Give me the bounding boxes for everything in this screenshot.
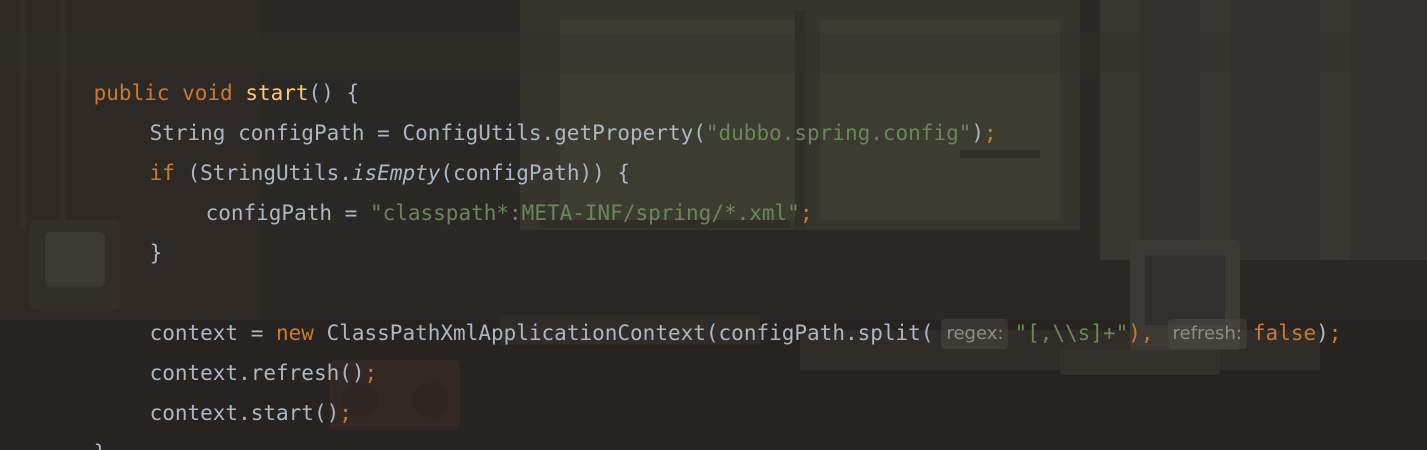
code-line-1[interactable]: public void start() {	[0, 33, 1427, 105]
parameter-hint-refresh: refresh:	[1167, 319, 1247, 349]
args-separator: ),	[1128, 321, 1154, 345]
string-literal-regex: "[,\\s]+"	[1014, 321, 1129, 345]
paren-close: )	[971, 121, 985, 145]
semicolon: ;	[984, 121, 997, 145]
code-line-2[interactable]: String configPath = ConfigUtils.getPrope…	[0, 73, 997, 145]
semicolon: ;	[1328, 321, 1342, 345]
paren-close: )	[1316, 321, 1329, 345]
code-line-10[interactable]: }	[0, 393, 107, 450]
parameter-hint-regex: regex:	[941, 319, 1009, 349]
code-line-9[interactable]: context.start();	[0, 353, 352, 425]
method-closing-brace: }	[94, 441, 107, 450]
keyword-false: false	[1252, 321, 1317, 345]
constructor-call: ClassPathXmlApplicationContext(configPat…	[313, 321, 934, 345]
semicolon: ;	[799, 201, 813, 225]
string-literal-dubbo-config: "dubbo.spring.config"	[705, 121, 972, 145]
code-line-5[interactable]: }	[0, 193, 163, 265]
string-literal-classpath: "classpath*:META-INF/spring/*.xml"	[369, 201, 800, 225]
code-line-3[interactable]: if (StringUtils.isEmpty(configPath)) {	[0, 113, 630, 185]
semicolon: ;	[339, 401, 352, 425]
semicolon: ;	[364, 361, 378, 385]
closing-brace: }	[149, 241, 163, 265]
config-path-assignment: configPath =	[205, 201, 370, 225]
code-editor[interactable]: public void start() { String configPath …	[0, 0, 1427, 450]
code-line-4[interactable]: configPath = "classpath*:META-INF/spring…	[0, 153, 813, 225]
code-line-7[interactable]: context = new ClassPathXmlApplicationCon…	[0, 273, 1341, 349]
context-start-call: context.start()	[149, 401, 340, 425]
code-line-8[interactable]: context.refresh();	[0, 313, 378, 385]
